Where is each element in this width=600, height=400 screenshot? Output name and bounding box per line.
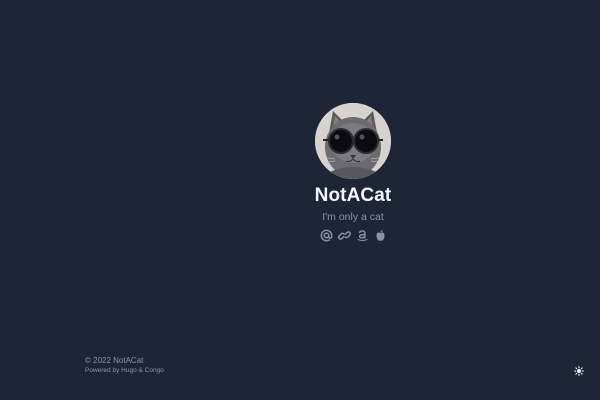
avatar: [315, 103, 391, 179]
email-link[interactable]: [319, 228, 333, 242]
profile-tagline: I'm only a cat: [322, 211, 384, 223]
website-link[interactable]: [337, 228, 351, 242]
sun-icon: [574, 366, 584, 376]
theme-toggle-button[interactable]: [574, 363, 584, 376]
social-links: [319, 228, 387, 242]
profile-name: NotACat: [314, 185, 392, 206]
link-icon: [337, 230, 351, 240]
homepage: NotACat I'm only a cat © 2022 NotACat Po…: [0, 0, 600, 400]
apple-link[interactable]: [373, 228, 387, 242]
footer: © 2022 NotACat Powered by Hugo & Congo: [85, 356, 164, 375]
amazon-link[interactable]: [355, 228, 369, 242]
powered-amp: &: [136, 367, 145, 374]
hugo-link[interactable]: Hugo: [121, 367, 137, 374]
at-icon: [320, 229, 332, 241]
cat-avatar-image: [315, 103, 391, 179]
apple-icon: [375, 229, 385, 241]
copyright-text: © 2022 NotACat: [85, 356, 144, 365]
profile-card: NotACat I'm only a cat: [303, 100, 403, 242]
congo-link[interactable]: Congo: [145, 367, 164, 374]
amazon-icon: [357, 229, 367, 241]
powered-prefix: Powered by: [85, 367, 122, 374]
powered-by-text: Powered by Hugo & Congo: [85, 366, 164, 375]
